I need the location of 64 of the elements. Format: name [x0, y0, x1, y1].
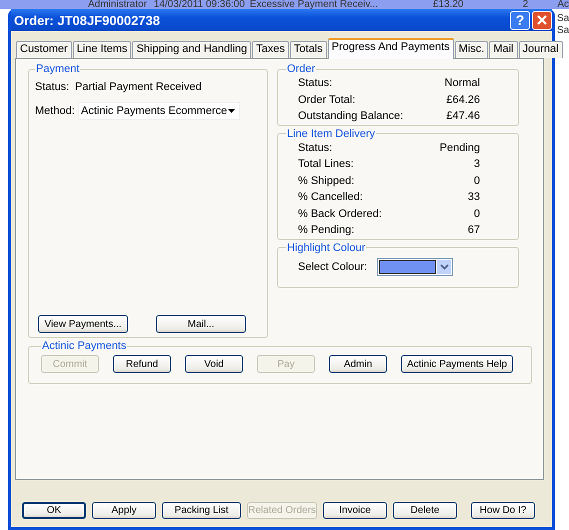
tab[interactable]: Mail: [489, 41, 518, 58]
field-value: Pending: [440, 142, 480, 154]
button[interactable]: Apply: [92, 502, 156, 519]
tab[interactable]: Shipping and Handling: [132, 41, 252, 58]
group-title: Actinic Payments: [41, 340, 128, 352]
button[interactable]: Invoice: [323, 502, 387, 519]
field-label: Total Lines:: [298, 158, 354, 170]
table-cell-text: 14/03/2011 09:36:00: [154, 0, 246, 9]
button[interactable]: Delete: [393, 502, 457, 519]
tab[interactable]: Progress And Payments: [328, 38, 454, 59]
field-label: % Back Ordered:: [298, 208, 382, 220]
field-value: 67: [468, 224, 480, 236]
field-label: % Pending:: [298, 224, 354, 236]
field-label: Method:: [35, 105, 75, 117]
field-label: Status:: [298, 142, 332, 154]
close-button[interactable]: [532, 10, 552, 30]
field-value: £47.46: [446, 110, 480, 122]
button[interactable]: How Do I?: [471, 502, 535, 519]
tab[interactable]: Misc.: [454, 41, 488, 58]
colour-dropdown[interactable]: [377, 258, 454, 276]
status-value: Partial Payment Received: [75, 81, 202, 93]
table-cell: Sa: [557, 13, 569, 25]
field-value: 0: [474, 208, 480, 220]
field-label: % Cancelled:: [298, 191, 363, 204]
button[interactable]: View Payments...: [38, 315, 128, 333]
tab[interactable]: Totals: [290, 41, 327, 58]
group-title: Line Item Delivery: [286, 128, 376, 140]
button[interactable]: Packing List: [162, 502, 241, 519]
table-cell: Sa: [557, 25, 569, 37]
field-label: Status:: [35, 81, 70, 93]
field-value: £64.26: [446, 94, 480, 106]
table-cell-text: £13.20: [432, 0, 464, 9]
tab[interactable]: Journal: [518, 41, 563, 58]
field-label: Outstanding Balance:: [298, 110, 404, 122]
field-label: % Shipped:: [298, 174, 354, 187]
field-value: Normal: [444, 77, 480, 90]
button[interactable]: OK: [22, 502, 86, 519]
field-label: Status:: [298, 77, 332, 90]
button[interactable]: Admin: [329, 355, 387, 373]
table-cell-text: Administrator: [88, 0, 148, 9]
field-value: 33: [468, 191, 480, 204]
field-value: 0: [474, 174, 480, 187]
group-title: Payment: [35, 63, 80, 75]
field-label: Select Colour:: [298, 260, 368, 272]
tab[interactable]: Line Items: [72, 41, 132, 58]
help-button[interactable]: ?: [510, 10, 530, 30]
field-label: Order Total:: [298, 94, 356, 106]
button[interactable]: Refund: [113, 355, 171, 373]
table-cell-text: 2: [522, 0, 530, 9]
tab[interactable]: Customer: [16, 41, 72, 58]
table-cell: Ac: [557, 0, 569, 9]
table-cell-text: Excessive Payment Receiv...: [250, 0, 379, 9]
tab[interactable]: Taxes: [252, 41, 289, 58]
button[interactable]: Mail...: [156, 315, 246, 333]
button[interactable]: Actinic Payments Help: [401, 355, 513, 373]
close-icon: [536, 14, 548, 26]
window-title: Order: JT08JF90002738: [14, 12, 161, 28]
field-value: 3: [474, 158, 480, 170]
button[interactable]: Void: [185, 355, 243, 373]
group-title: Highlight Colour: [286, 242, 366, 254]
list-row[interactable]: Administrator 14/03/2011 09:36:00 Excessive Payment Receiv... £13.20 2 Ac: [0, 0, 569, 9]
dropdown-arrow-icon: [228, 109, 235, 113]
group-title: Order: [286, 63, 316, 75]
method-dropdown[interactable]: Actinic Payments Ecommerce: [78, 102, 240, 120]
